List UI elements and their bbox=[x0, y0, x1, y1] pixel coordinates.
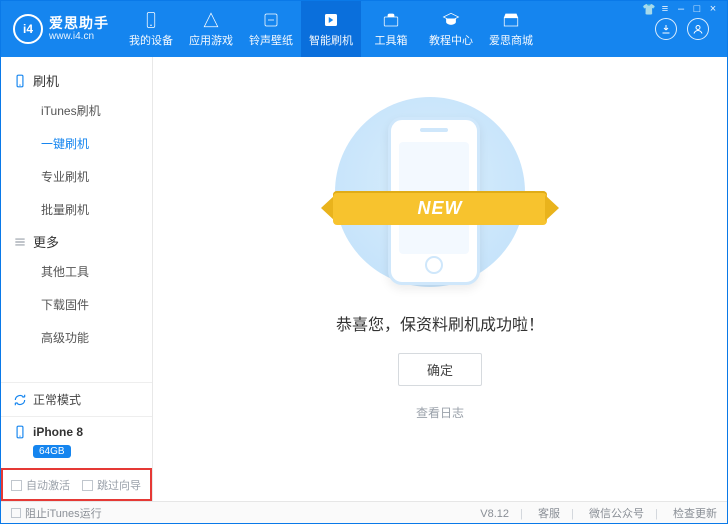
main-content: ✦ ✦ ✦ NEW 恭喜您，保资料刷机成功啦！ 确定 查看日志 bbox=[153, 57, 727, 501]
sidebar-item-pro-flash[interactable]: 专业刷机 bbox=[1, 160, 152, 193]
skip-setup-label: 跳过向导 bbox=[97, 477, 141, 493]
phone-icon bbox=[13, 74, 27, 88]
download-icon bbox=[660, 23, 672, 35]
sidebar-group-more: 更多 bbox=[1, 226, 152, 255]
sidebar-item-batch-flash[interactable]: 批量刷机 bbox=[1, 193, 152, 226]
download-manager-button[interactable] bbox=[655, 18, 677, 40]
app-window: i4 爱思助手 www.i4.cn 我的设备 应用游戏 铃声壁纸 智能刷机 bbox=[0, 0, 728, 524]
nav-flash[interactable]: 智能刷机 bbox=[301, 1, 361, 57]
sidebar-item-oneclick-flash[interactable]: 一键刷机 bbox=[1, 127, 152, 160]
version-label: V8.12 bbox=[480, 508, 509, 520]
sidebar-group-more-title: 更多 bbox=[33, 232, 59, 251]
logo-text: 爱思助手 www.i4.cn bbox=[49, 16, 109, 42]
flash-icon bbox=[322, 11, 340, 29]
check-update-link[interactable]: 检查更新 bbox=[673, 508, 717, 520]
tutorial-icon bbox=[442, 11, 460, 29]
iphone-icon bbox=[13, 423, 27, 441]
sparkle-icon: ✦ bbox=[525, 113, 542, 130]
block-itunes-checkbox[interactable]: 阻止iTunes运行 bbox=[11, 505, 102, 521]
header: i4 爱思助手 www.i4.cn 我的设备 应用游戏 铃声壁纸 智能刷机 bbox=[1, 1, 727, 57]
nav-device[interactable]: 我的设备 bbox=[121, 1, 181, 57]
app-site: www.i4.cn bbox=[49, 31, 109, 42]
menu-button[interactable]: ≡ bbox=[660, 4, 670, 14]
top-nav: 我的设备 应用游戏 铃声壁纸 智能刷机 工具箱 教程中心 bbox=[121, 1, 655, 57]
checkbox-icon bbox=[11, 508, 21, 518]
checkbox-icon bbox=[11, 480, 22, 491]
list-icon bbox=[13, 235, 27, 249]
nav-toolbox-label: 工具箱 bbox=[375, 32, 408, 48]
user-icon bbox=[692, 23, 704, 35]
store-icon bbox=[502, 11, 520, 29]
nav-flash-label: 智能刷机 bbox=[309, 32, 353, 48]
sidebar-item-advanced[interactable]: 高级功能 bbox=[1, 321, 152, 354]
nav-tutorial-label: 教程中心 bbox=[429, 32, 473, 48]
nav-apps-label: 应用游戏 bbox=[189, 32, 233, 48]
logo-icon: i4 bbox=[13, 14, 43, 44]
nav-apps[interactable]: 应用游戏 bbox=[181, 1, 241, 57]
status-bar-right: V8.12 | 客服 | 微信公众号 | 检查更新 bbox=[472, 505, 717, 521]
wechat-link[interactable]: 微信公众号 bbox=[589, 508, 644, 520]
device-mode-status[interactable]: 正常模式 bbox=[1, 382, 152, 416]
device-icon bbox=[142, 11, 160, 29]
sidebar: 刷机 iTunes刷机 一键刷机 专业刷机 批量刷机 更多 其他工具 下载固件 … bbox=[1, 57, 153, 501]
toolbox-icon bbox=[382, 11, 400, 29]
auto-activate-checkbox[interactable]: 自动激活 bbox=[11, 477, 70, 493]
ringtone-icon bbox=[262, 11, 280, 29]
nav-ringtone-label: 铃声壁纸 bbox=[249, 32, 293, 48]
sidebar-item-itunes-flash[interactable]: iTunes刷机 bbox=[1, 94, 152, 127]
sidebar-item-other-tools[interactable]: 其他工具 bbox=[1, 255, 152, 288]
nav-ringtone[interactable]: 铃声壁纸 bbox=[241, 1, 301, 57]
maximize-button[interactable]: □ bbox=[692, 4, 702, 14]
device-row: iPhone 8 bbox=[13, 423, 140, 441]
nav-device-label: 我的设备 bbox=[129, 32, 173, 48]
skip-setup-checkbox[interactable]: 跳过向导 bbox=[82, 477, 141, 493]
sparkle-icon: ✦ bbox=[510, 239, 534, 263]
support-link[interactable]: 客服 bbox=[538, 508, 560, 520]
apps-icon bbox=[202, 11, 220, 29]
checkbox-icon bbox=[82, 480, 93, 491]
success-illustration: ✦ ✦ ✦ NEW bbox=[325, 97, 555, 287]
sidebar-item-download-firmware[interactable]: 下载固件 bbox=[1, 288, 152, 321]
refresh-icon bbox=[13, 393, 27, 407]
device-card[interactable]: iPhone 8 64GB bbox=[1, 416, 152, 468]
nav-store[interactable]: 爱思商城 bbox=[481, 1, 541, 57]
view-log-link[interactable]: 查看日志 bbox=[416, 404, 464, 421]
logo-area: i4 爱思助手 www.i4.cn bbox=[1, 1, 121, 57]
skin-button[interactable]: 👕 bbox=[644, 4, 654, 14]
auto-activate-label: 自动激活 bbox=[26, 477, 70, 493]
close-button[interactable]: × bbox=[708, 4, 718, 14]
app-name: 爱思助手 bbox=[49, 16, 109, 31]
nav-tutorial[interactable]: 教程中心 bbox=[421, 1, 481, 57]
storage-badge: 64GB bbox=[33, 445, 71, 458]
nav-store-label: 爱思商城 bbox=[489, 32, 533, 48]
block-itunes-label: 阻止iTunes运行 bbox=[25, 505, 102, 521]
window-controls: 👕 ≡ – □ × bbox=[644, 4, 718, 14]
sidebar-group-flash-title: 刷机 bbox=[33, 71, 59, 90]
sidebar-scroll: 刷机 iTunes刷机 一键刷机 专业刷机 批量刷机 更多 其他工具 下载固件 … bbox=[1, 57, 152, 382]
ribbon-text: NEW bbox=[333, 191, 547, 225]
account-button[interactable] bbox=[687, 18, 709, 40]
ok-button[interactable]: 确定 bbox=[398, 353, 482, 386]
sidebar-group-flash: 刷机 bbox=[1, 65, 152, 94]
body: 刷机 iTunes刷机 一键刷机 专业刷机 批量刷机 更多 其他工具 下载固件 … bbox=[1, 57, 727, 501]
nav-toolbox[interactable]: 工具箱 bbox=[361, 1, 421, 57]
new-ribbon: NEW bbox=[319, 185, 561, 231]
sidebar-check-row: 自动激活 跳过向导 bbox=[1, 468, 152, 501]
minimize-button[interactable]: – bbox=[676, 4, 686, 14]
device-name: iPhone 8 bbox=[33, 425, 83, 439]
success-title: 恭喜您，保资料刷机成功啦！ bbox=[336, 311, 544, 335]
status-bar: 阻止iTunes运行 V8.12 | 客服 | 微信公众号 | 检查更新 bbox=[1, 501, 727, 523]
device-mode-label: 正常模式 bbox=[33, 391, 81, 408]
